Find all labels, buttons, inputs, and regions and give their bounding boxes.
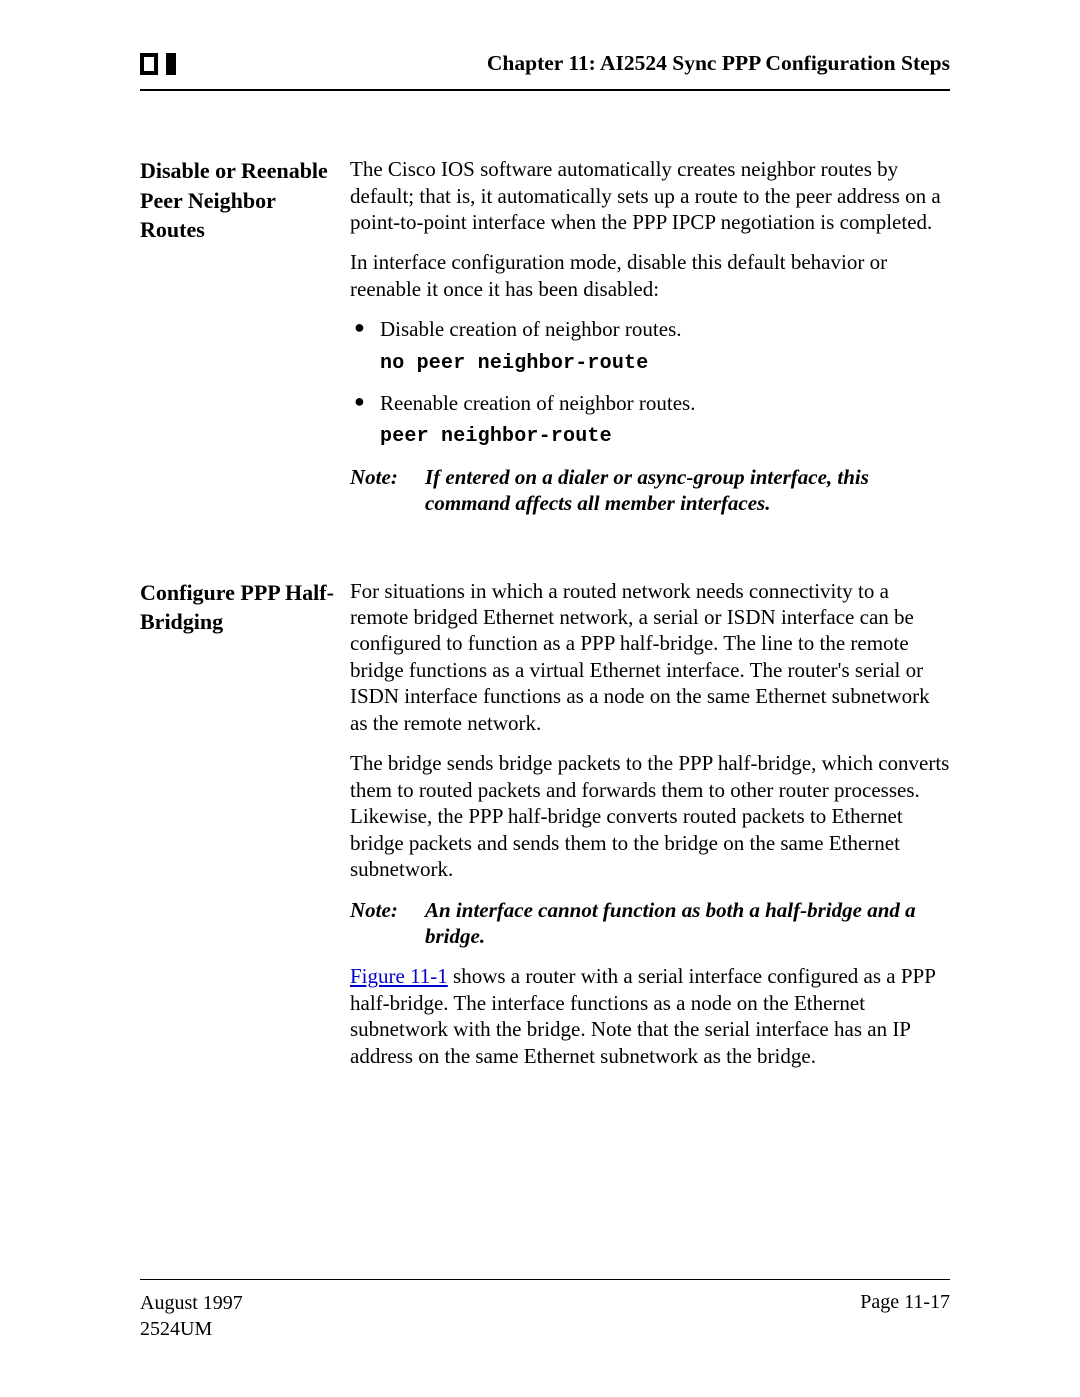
note: Note: An interface cannot function as bo…: [350, 897, 950, 950]
paragraph: The Cisco IOS software automatically cre…: [350, 156, 950, 235]
paragraph: For situations in which a routed network…: [350, 578, 950, 737]
command-code: peer neighbor-route: [380, 424, 950, 449]
list-item: Reenable creation of neighbor routes.: [350, 390, 950, 416]
page-header: Chapter 11: AI2524 Sync PPP Configuratio…: [140, 50, 950, 91]
section-heading: Disable or Reenable Peer Neighbor Routes: [140, 156, 350, 245]
figure-link[interactable]: Figure 11-1: [350, 964, 448, 988]
section-configure-ppp-half-bridging: Configure PPP Half-Bridging For situatio…: [140, 578, 950, 1084]
note: Note: If entered on a dialer or async-gr…: [350, 464, 950, 517]
paragraph: In interface configuration mode, disable…: [350, 249, 950, 302]
note-label: Note:: [350, 464, 425, 517]
section-disable-reenable: Disable or Reenable Peer Neighbor Routes…: [140, 156, 950, 522]
chapter-title: Chapter 11: AI2524 Sync PPP Configuratio…: [487, 50, 950, 77]
section-body: The Cisco IOS software automatically cre…: [350, 156, 950, 522]
note-label: Note:: [350, 897, 425, 950]
note-text: If entered on a dialer or async-group in…: [425, 464, 950, 517]
footer-date: August 1997: [140, 1290, 243, 1316]
footer-page-number: Page 11-17: [860, 1290, 950, 1342]
bullet-list: Disable creation of neighbor routes.: [350, 316, 950, 342]
paragraph-with-figure-ref: Figure 11-1 shows a router with a serial…: [350, 963, 950, 1069]
page: Chapter 11: AI2524 Sync PPP Configuratio…: [0, 0, 1080, 1397]
vendor-logo-icon: [140, 53, 176, 75]
list-item: Disable creation of neighbor routes.: [350, 316, 950, 342]
footer-left: August 1997 2524UM: [140, 1290, 243, 1342]
list-item-text: Reenable creation of neighbor routes.: [380, 391, 695, 415]
command-code: no peer neighbor-route: [380, 351, 950, 376]
page-footer: August 1997 2524UM Page 11-17: [140, 1279, 950, 1342]
bullet-list: Reenable creation of neighbor routes.: [350, 390, 950, 416]
paragraph: The bridge sends bridge packets to the P…: [350, 750, 950, 882]
note-text: An interface cannot function as both a h…: [425, 897, 950, 950]
section-body: For situations in which a routed network…: [350, 578, 950, 1084]
footer-doc-id: 2524UM: [140, 1316, 243, 1342]
section-heading: Configure PPP Half-Bridging: [140, 578, 350, 637]
list-item-text: Disable creation of neighbor routes.: [380, 317, 682, 341]
